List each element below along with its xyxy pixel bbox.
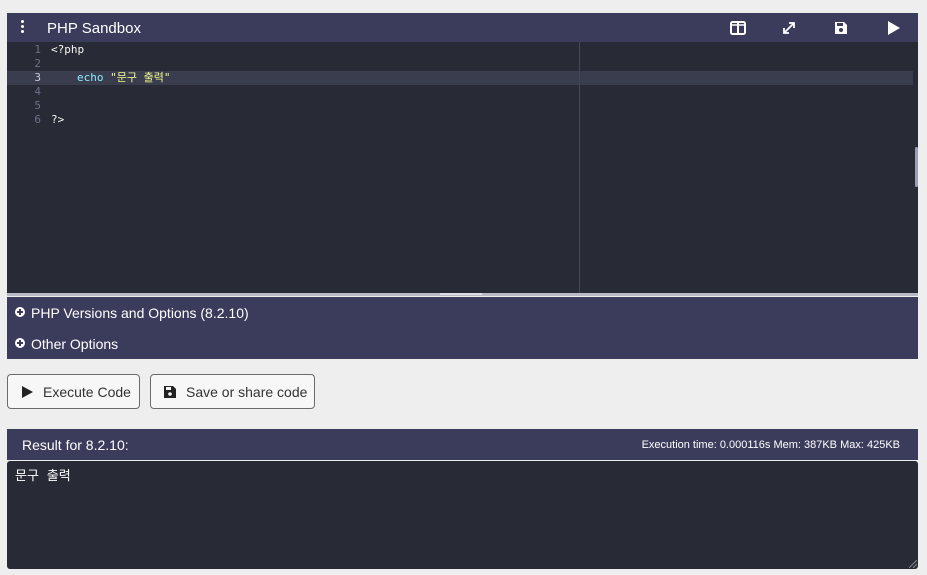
code-line: <?php — [51, 43, 85, 56]
execution-stats: Execution time: 0.000116s Mem: 387KB Max… — [641, 439, 900, 451]
code-line: echo "문구 출력" — [77, 71, 170, 85]
output-text: 문구 출력 — [15, 469, 71, 484]
menu-kebab-icon[interactable] — [21, 20, 25, 34]
line-number: 1 — [34, 43, 41, 56]
button-label: Save or share code — [186, 384, 308, 400]
app-title: PHP Sandbox — [47, 20, 141, 37]
save-share-button[interactable]: Save or share code — [150, 374, 315, 409]
code-editor[interactable]: 1 2 3 4 5 6 <?php echo "문구 출력" ?> — [7, 42, 918, 293]
run-icon[interactable] — [884, 19, 902, 37]
code-string: "문구 출력" — [110, 71, 171, 84]
line-number: 2 — [34, 57, 41, 70]
section-label: Other Options — [31, 336, 119, 352]
code-line: ?> — [51, 113, 65, 126]
editor-resize-grip[interactable] — [440, 293, 482, 295]
line-number: 3 — [34, 71, 41, 84]
save-icon — [164, 386, 176, 398]
split-view-icon[interactable] — [729, 19, 747, 37]
sandbox-toolbar: PHP Sandbox — [7, 13, 918, 42]
resize-corner-icon[interactable] — [909, 560, 917, 568]
code-keyword: echo — [77, 71, 104, 84]
expand-plus-icon — [15, 338, 25, 348]
result-output[interactable]: 문구 출력 — [7, 461, 918, 569]
line-number: 4 — [34, 85, 41, 98]
php-versions-section[interactable]: PHP Versions and Options (8.2.10) — [7, 297, 918, 328]
fullscreen-icon[interactable] — [780, 19, 798, 37]
print-margin — [579, 42, 580, 293]
section-label: PHP Versions and Options (8.2.10) — [31, 305, 249, 321]
button-label: Execute Code — [43, 384, 131, 400]
line-number: 6 — [34, 113, 41, 126]
expand-plus-icon — [15, 307, 25, 317]
editor-scrollbar[interactable] — [915, 147, 918, 187]
result-title: Result for 8.2.10: — [22, 437, 129, 453]
line-number: 5 — [34, 99, 41, 112]
other-options-section[interactable]: Other Options — [7, 328, 918, 359]
save-icon[interactable] — [832, 19, 850, 37]
execute-code-button[interactable]: Execute Code — [7, 374, 140, 409]
result-header: Result for 8.2.10: Execution time: 0.000… — [7, 429, 918, 460]
play-icon — [22, 386, 33, 398]
